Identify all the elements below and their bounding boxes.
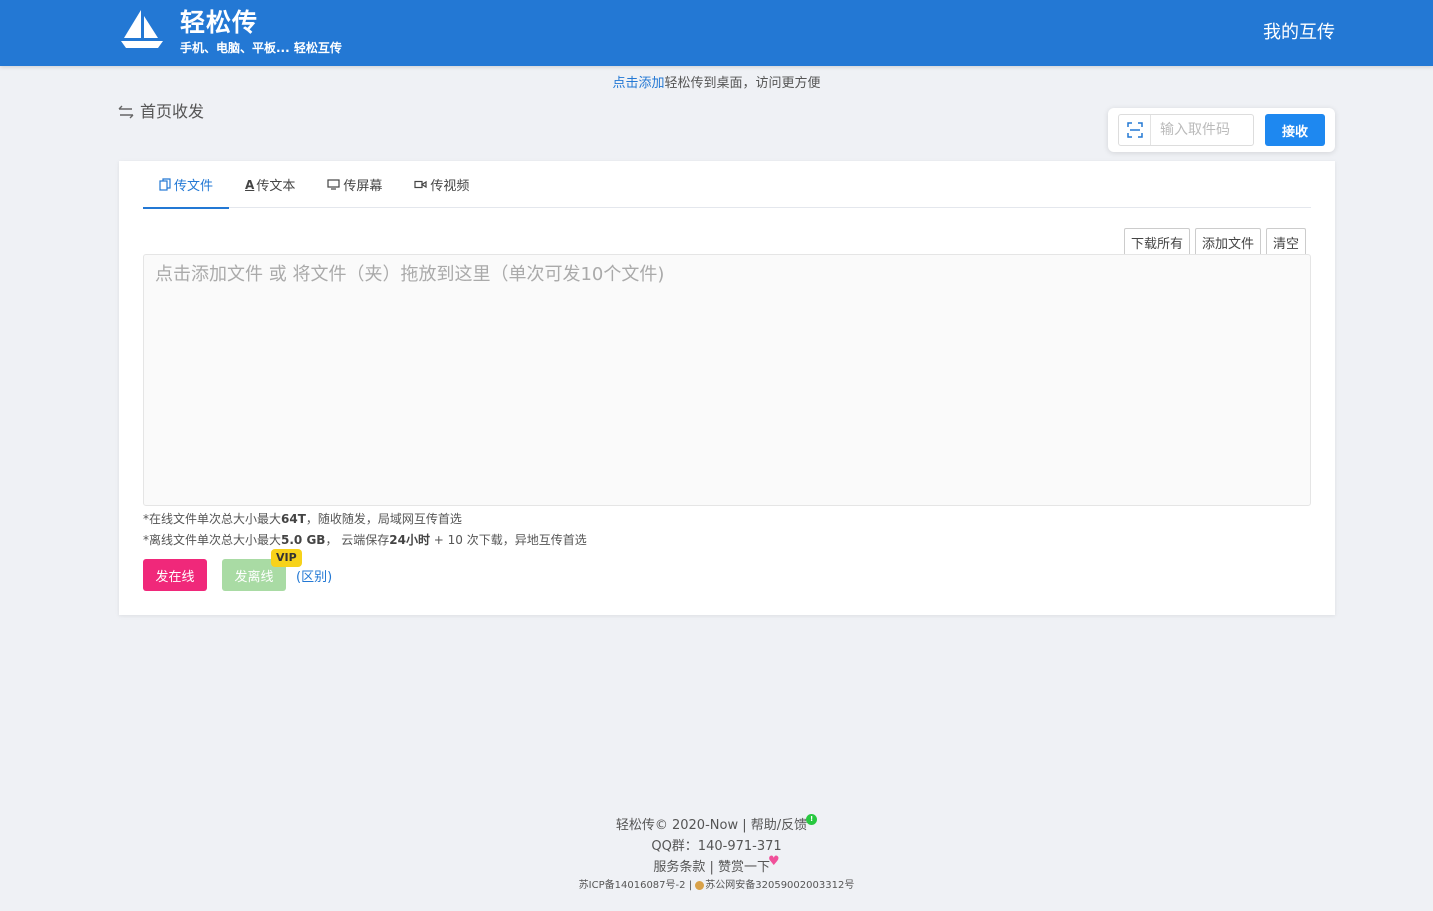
icp-link[interactable]: 苏ICP备14016087号-2 xyxy=(579,880,686,891)
brand-logo-area[interactable]: 轻松传 手机、电脑、平板... 轻松互传 xyxy=(118,8,342,56)
heart-icon: ♥ xyxy=(768,854,780,869)
scan-icon xyxy=(1126,122,1143,138)
scan-button[interactable] xyxy=(1119,115,1151,145)
receive-panel: 接收 xyxy=(1108,108,1335,152)
notice-text: 轻松传到桌面，访问更方便 xyxy=(664,76,821,91)
tab-send-screen[interactable]: 传屏幕 xyxy=(311,161,398,208)
swap-icon xyxy=(118,105,134,119)
dropzone-hint: 点击添加文件 或 将文件（夹）拖放到这里（单次可发10个文件) xyxy=(155,264,665,285)
tab-label: 传文件 xyxy=(174,179,214,194)
difference-link[interactable]: (区别) xyxy=(296,566,332,585)
copyright-text: 轻松传© 2020-Now xyxy=(615,818,739,833)
offline-limit-prefix: *离线文件单次总大小最大 xyxy=(143,533,282,547)
send-online-button[interactable]: 发在线 xyxy=(143,559,207,591)
breadcrumb: 首页收发 xyxy=(118,101,204,123)
brand-title: 轻松传 xyxy=(180,8,259,37)
send-offline-wrap: 发离线 VIP xyxy=(222,549,302,591)
tab-send-text[interactable]: A 传文本 xyxy=(229,161,311,208)
footer-line-3: 服务条款 | 赞赏一下♥ xyxy=(653,854,780,875)
offline-limit-suffix: + 10 次下载，异地互传首选 xyxy=(429,533,587,547)
breadcrumb-label: 首页收发 xyxy=(140,102,205,121)
offline-limit-line: *离线文件单次总大小最大5.0 GB， 云端保存24小时 + 10 次下载，异地… xyxy=(143,530,587,551)
offline-limit-max: 5.0 GB xyxy=(281,533,326,547)
tab-label: 传屏幕 xyxy=(343,179,383,194)
online-limit-prefix: *在线文件单次总大小最大 xyxy=(143,512,282,526)
send-actions: 发在线 发离线 VIP (区别) xyxy=(143,549,332,591)
my-transfer-link[interactable]: 我的互传 xyxy=(1263,20,1335,46)
police-badge-icon xyxy=(695,880,705,890)
qq-group-text: QQ群：140-971-371 xyxy=(651,839,782,854)
pickup-code-field xyxy=(1118,114,1254,146)
file-dropzone[interactable]: 点击添加文件 或 将文件（夹）拖放到这里（单次可发10个文件) xyxy=(143,254,1311,506)
footer-licenses: 苏ICP备14016087号-2 | 苏公网安备32059002003312号 xyxy=(578,880,855,891)
download-all-button[interactable]: 下载所有 xyxy=(1123,228,1190,255)
tab-label: 传视频 xyxy=(430,179,470,194)
add-file-button[interactable]: 添加文件 xyxy=(1194,228,1261,255)
copy-icon xyxy=(159,178,171,191)
add-to-desktop-notice: 点击添加轻松传到桌面，访问更方便 xyxy=(0,74,1433,94)
online-limit-suffix: ，随收随发，局域网互传首选 xyxy=(305,512,462,526)
video-icon xyxy=(414,180,427,189)
tab-label: 传文本 xyxy=(256,179,296,194)
add-to-desktop-link[interactable]: 点击添加 xyxy=(612,76,664,91)
file-actions: 下载所有 添加文件 清空 xyxy=(1123,228,1306,255)
page-footer: 轻松传© 2020-Now | 帮助/反馈! QQ群：140-971-371 服… xyxy=(0,814,1433,894)
tab-send-video[interactable]: 传视频 xyxy=(398,161,485,208)
notification-badge: ! xyxy=(806,814,818,825)
online-limit-line: *在线文件单次总大小最大64T，随收随发，局域网互传首选 xyxy=(143,509,587,530)
receive-button[interactable]: 接收 xyxy=(1265,114,1325,146)
tab-send-file[interactable]: 传文件 xyxy=(143,161,230,209)
brand-subtitle: 手机、电脑、平板... 轻松互传 xyxy=(180,41,342,55)
vip-badge: VIP xyxy=(271,549,302,567)
text-icon: A xyxy=(245,177,255,192)
sailboat-logo-icon xyxy=(121,10,163,48)
offline-keep-duration: 24小时 xyxy=(389,533,430,547)
donate-link[interactable]: 赞赏一下 xyxy=(718,860,770,875)
screen-icon xyxy=(327,179,340,190)
offline-limit-mid: ， 云端保存 xyxy=(325,533,390,547)
footer-line-1: 轻松传© 2020-Now | 帮助/反馈! xyxy=(0,814,1433,836)
size-limits-info: *在线文件单次总大小最大64T，随收随发，局域网互传首选 *离线文件单次总大小最… xyxy=(143,509,587,551)
transfer-card: 传文件 A 传文本 传屏幕 传视频 下载所有 添加文件 清空 点击添加文件 或 … xyxy=(119,161,1335,615)
help-feedback-link[interactable]: 帮助/反馈 xyxy=(751,818,807,833)
top-header: 轻松传 手机、电脑、平板... 轻松互传 我的互传 xyxy=(0,0,1433,66)
terms-link[interactable]: 服务条款 xyxy=(653,860,705,875)
transfer-tabs: 传文件 A 传文本 传屏幕 传视频 xyxy=(143,161,1311,209)
online-limit-max: 64T xyxy=(281,512,306,526)
police-record-link[interactable]: 苏公网安备32059002003312号 xyxy=(705,880,854,891)
clear-button[interactable]: 清空 xyxy=(1265,228,1306,255)
pickup-code-input[interactable] xyxy=(1151,116,1251,144)
